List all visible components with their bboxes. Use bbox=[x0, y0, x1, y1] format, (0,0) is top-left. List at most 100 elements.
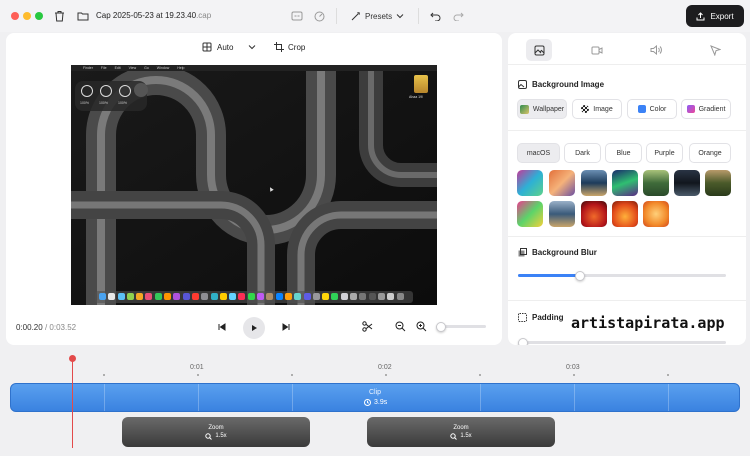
project-filename[interactable]: Cap 2025-05-23 at 19.23.40.cap bbox=[96, 11, 211, 20]
dock-app-icon bbox=[303, 293, 311, 300]
redo-icon[interactable] bbox=[451, 9, 465, 23]
wallpaper-swatch[interactable] bbox=[517, 201, 543, 227]
crop-button[interactable]: Crop bbox=[274, 42, 305, 52]
skip-forward-icon[interactable] bbox=[280, 321, 292, 333]
color-tab[interactable]: Color bbox=[627, 99, 677, 119]
gradient-tab[interactable]: Gradient bbox=[681, 99, 731, 119]
dock-app-icon bbox=[173, 293, 181, 300]
dock-app-icon bbox=[284, 293, 292, 300]
crop-icon bbox=[274, 42, 284, 52]
scissors-icon[interactable] bbox=[361, 320, 374, 333]
video-clip[interactable]: Clip 3.9s bbox=[10, 383, 740, 412]
macos-menubar: Finder File Edit View Go Window Help bbox=[71, 65, 437, 71]
theme-dark[interactable]: Dark bbox=[564, 143, 601, 163]
menubar-item: Window bbox=[156, 66, 170, 70]
skip-back-icon[interactable] bbox=[216, 321, 228, 333]
aspect-ratio-dropdown[interactable]: Auto bbox=[202, 42, 256, 52]
time-display: 0:00.20 / 0:03.52 bbox=[16, 323, 76, 332]
theme-blue[interactable]: Blue bbox=[605, 143, 642, 163]
blur-slider-knob[interactable] bbox=[575, 271, 586, 281]
menu-icon bbox=[81, 85, 93, 97]
desktop-file-icon bbox=[414, 75, 428, 93]
dock-app-icon bbox=[145, 293, 153, 300]
tab-camera[interactable] bbox=[590, 43, 604, 57]
wallpaper-icon bbox=[519, 104, 529, 114]
maximize-window-button[interactable] bbox=[35, 12, 43, 20]
padding-slider-knob[interactable] bbox=[518, 338, 528, 345]
padding-slider-track[interactable] bbox=[518, 341, 726, 344]
playhead-line[interactable] bbox=[72, 358, 73, 448]
padding-icon bbox=[518, 313, 527, 322]
background-image-heading: Background Image bbox=[518, 80, 604, 89]
tick-mark bbox=[573, 374, 575, 376]
tab-background[interactable] bbox=[526, 39, 552, 61]
toolbar-divider bbox=[418, 8, 419, 24]
dock-icons bbox=[99, 293, 404, 301]
clip-grid-line bbox=[104, 384, 105, 411]
dock-app-icon bbox=[247, 293, 255, 300]
wallpaper-swatch[interactable] bbox=[549, 170, 575, 196]
aspect-label: Auto bbox=[217, 42, 234, 52]
chevron-down-icon bbox=[249, 45, 256, 50]
wallpaper-swatch[interactable] bbox=[549, 201, 575, 227]
folder-icon[interactable] bbox=[76, 9, 90, 23]
wallpaper-swatch[interactable] bbox=[612, 170, 638, 196]
dock-app-icon bbox=[126, 293, 134, 300]
image-tab[interactable]: Image bbox=[572, 99, 622, 119]
export-button[interactable]: Export bbox=[686, 5, 744, 27]
clip-grid-line bbox=[198, 384, 199, 411]
dock-app-icon bbox=[238, 293, 246, 300]
record-icon bbox=[134, 83, 148, 97]
divider bbox=[508, 300, 746, 301]
theme-purple[interactable]: Purple bbox=[646, 143, 683, 163]
gradient-swatch-icon bbox=[686, 105, 695, 113]
minimize-window-button[interactable] bbox=[23, 12, 31, 20]
wallpaper-swatch[interactable] bbox=[643, 201, 669, 227]
close-window-button[interactable] bbox=[11, 12, 19, 20]
color-swatch-icon bbox=[637, 105, 646, 113]
theme-orange[interactable]: Orange bbox=[689, 143, 731, 163]
wallpaper-swatch[interactable] bbox=[517, 170, 543, 196]
wallpaper-swatch[interactable] bbox=[581, 170, 607, 196]
filename-extension: .cap bbox=[196, 11, 212, 20]
captions-icon[interactable] bbox=[290, 9, 304, 23]
gradient-label: Gradient bbox=[698, 105, 726, 113]
tick-label: 0:01 bbox=[190, 364, 204, 371]
time-separator: / bbox=[44, 323, 48, 332]
tab-cursor[interactable] bbox=[708, 43, 722, 57]
zoom-value: 1.5x bbox=[205, 432, 227, 440]
presets-label: Presets bbox=[365, 11, 393, 21]
timeline-zoom-knob[interactable] bbox=[436, 322, 446, 332]
speed-gauge-icon[interactable] bbox=[312, 9, 326, 23]
zoom-segment[interactable]: Zoom 1.5x bbox=[122, 417, 310, 447]
zoom-label: Zoom bbox=[208, 424, 224, 431]
playhead-handle[interactable] bbox=[69, 355, 76, 362]
wallpaper-tab[interactable]: Wallpaper bbox=[517, 99, 567, 119]
wallpaper-label: Wallpaper bbox=[532, 105, 565, 113]
dock-app-icon bbox=[368, 293, 376, 300]
dock-app-icon bbox=[340, 293, 348, 300]
zoom-out-icon[interactable] bbox=[394, 320, 407, 333]
zoom-in-icon[interactable] bbox=[415, 320, 428, 333]
watermark-text: artistapirata.app bbox=[571, 314, 725, 332]
wallpaper-swatch[interactable] bbox=[705, 170, 731, 196]
tab-audio[interactable] bbox=[649, 43, 663, 57]
presets-button[interactable]: Presets bbox=[350, 8, 404, 24]
play-button[interactable] bbox=[243, 317, 265, 339]
divider bbox=[508, 236, 746, 237]
padding-title: Padding bbox=[532, 313, 564, 322]
trash-icon[interactable] bbox=[52, 9, 66, 23]
theme-macos[interactable]: macOS bbox=[517, 143, 560, 163]
zoom-segment[interactable]: Zoom 1.5x bbox=[367, 417, 555, 447]
total-time: 0:03.52 bbox=[49, 323, 77, 332]
play-icon bbox=[252, 325, 257, 331]
color-label: Color bbox=[649, 105, 667, 113]
dock-app-icon bbox=[108, 293, 116, 300]
undo-icon[interactable] bbox=[428, 9, 442, 23]
video-preview[interactable]: Finder File Edit View Go Window Help 100… bbox=[71, 65, 437, 305]
wallpaper-swatch[interactable] bbox=[643, 170, 669, 196]
wallpaper-swatch[interactable] bbox=[581, 201, 607, 227]
magnifier-icon bbox=[450, 432, 458, 440]
wallpaper-swatch[interactable] bbox=[612, 201, 638, 227]
wallpaper-swatch[interactable] bbox=[674, 170, 700, 196]
